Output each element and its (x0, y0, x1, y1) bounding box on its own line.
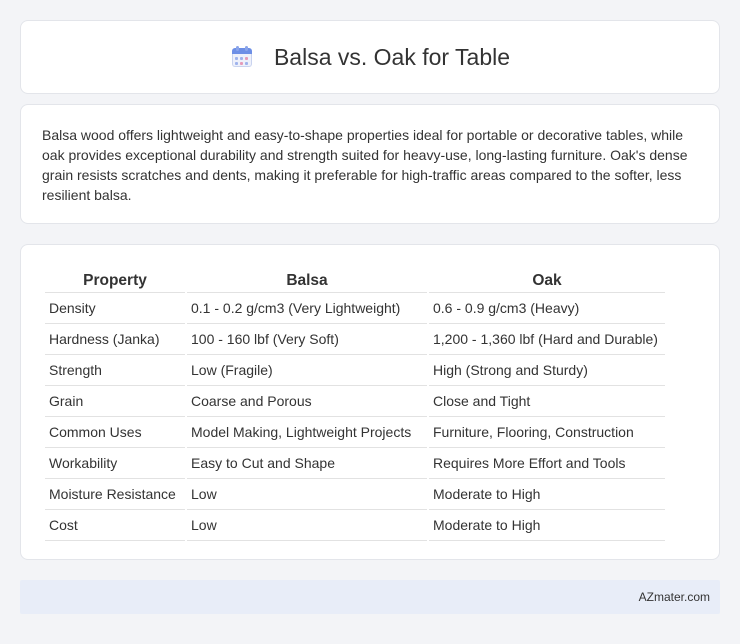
oak-cell: Moderate to High (429, 479, 665, 510)
oak-cell: 0.6 - 0.9 g/cm3 (Heavy) (429, 293, 665, 324)
description-card: Balsa wood offers lightweight and easy-t… (20, 104, 720, 224)
table-row: Strength Low (Fragile) High (Strong and … (45, 355, 665, 386)
table-row: Workability Easy to Cut and Shape Requir… (45, 448, 665, 479)
oak-cell: Close and Tight (429, 386, 665, 417)
oak-cell: Requires More Effort and Tools (429, 448, 665, 479)
balsa-cell: Low (Fragile) (187, 355, 427, 386)
property-cell: Grain (45, 386, 185, 417)
property-cell: Cost (45, 510, 185, 541)
table-row: Density 0.1 - 0.2 g/cm3 (Very Lightweigh… (45, 293, 665, 324)
column-header-property: Property (45, 265, 185, 293)
balsa-cell: 100 - 160 lbf (Very Soft) (187, 324, 427, 355)
table-row: Hardness (Janka) 100 - 160 lbf (Very Sof… (45, 324, 665, 355)
property-cell: Hardness (Janka) (45, 324, 185, 355)
oak-cell: High (Strong and Sturdy) (429, 355, 665, 386)
table-row: Cost Low Moderate to High (45, 510, 665, 541)
balsa-cell: Low (187, 479, 427, 510)
table-header-row: Property Balsa Oak (45, 265, 665, 293)
title-card: Balsa vs. Oak for Table (20, 20, 720, 94)
balsa-cell: Easy to Cut and Shape (187, 448, 427, 479)
balsa-cell: 0.1 - 0.2 g/cm3 (Very Lightweight) (187, 293, 427, 324)
property-cell: Workability (45, 448, 185, 479)
property-cell: Density (45, 293, 185, 324)
column-header-oak: Oak (429, 265, 665, 293)
column-header-balsa: Balsa (187, 265, 427, 293)
comparison-card: Property Balsa Oak Density 0.1 - 0.2 g/c… (20, 244, 720, 560)
property-cell: Strength (45, 355, 185, 386)
footer: AZmater.com (20, 580, 720, 614)
calendar-icon (230, 45, 254, 69)
balsa-cell: Model Making, Lightweight Projects (187, 417, 427, 448)
page-title: Balsa vs. Oak for Table (273, 43, 511, 70)
comparison-table: Property Balsa Oak Density 0.1 - 0.2 g/c… (43, 265, 667, 541)
oak-cell: Moderate to High (429, 510, 665, 541)
property-cell: Moisture Resistance (45, 479, 185, 510)
oak-cell: Furniture, Flooring, Construction (429, 417, 665, 448)
balsa-cell: Coarse and Porous (187, 386, 427, 417)
table-row: Common Uses Model Making, Lightweight Pr… (45, 417, 665, 448)
table-row: Grain Coarse and Porous Close and Tight (45, 386, 665, 417)
footer-site-link[interactable]: AZmater.com (639, 590, 710, 604)
table-row: Moisture Resistance Low Moderate to High (45, 479, 665, 510)
description-text: Balsa wood offers lightweight and easy-t… (42, 127, 688, 203)
property-cell: Common Uses (45, 417, 185, 448)
balsa-cell: Low (187, 510, 427, 541)
oak-cell: 1,200 - 1,360 lbf (Hard and Durable) (429, 324, 665, 355)
